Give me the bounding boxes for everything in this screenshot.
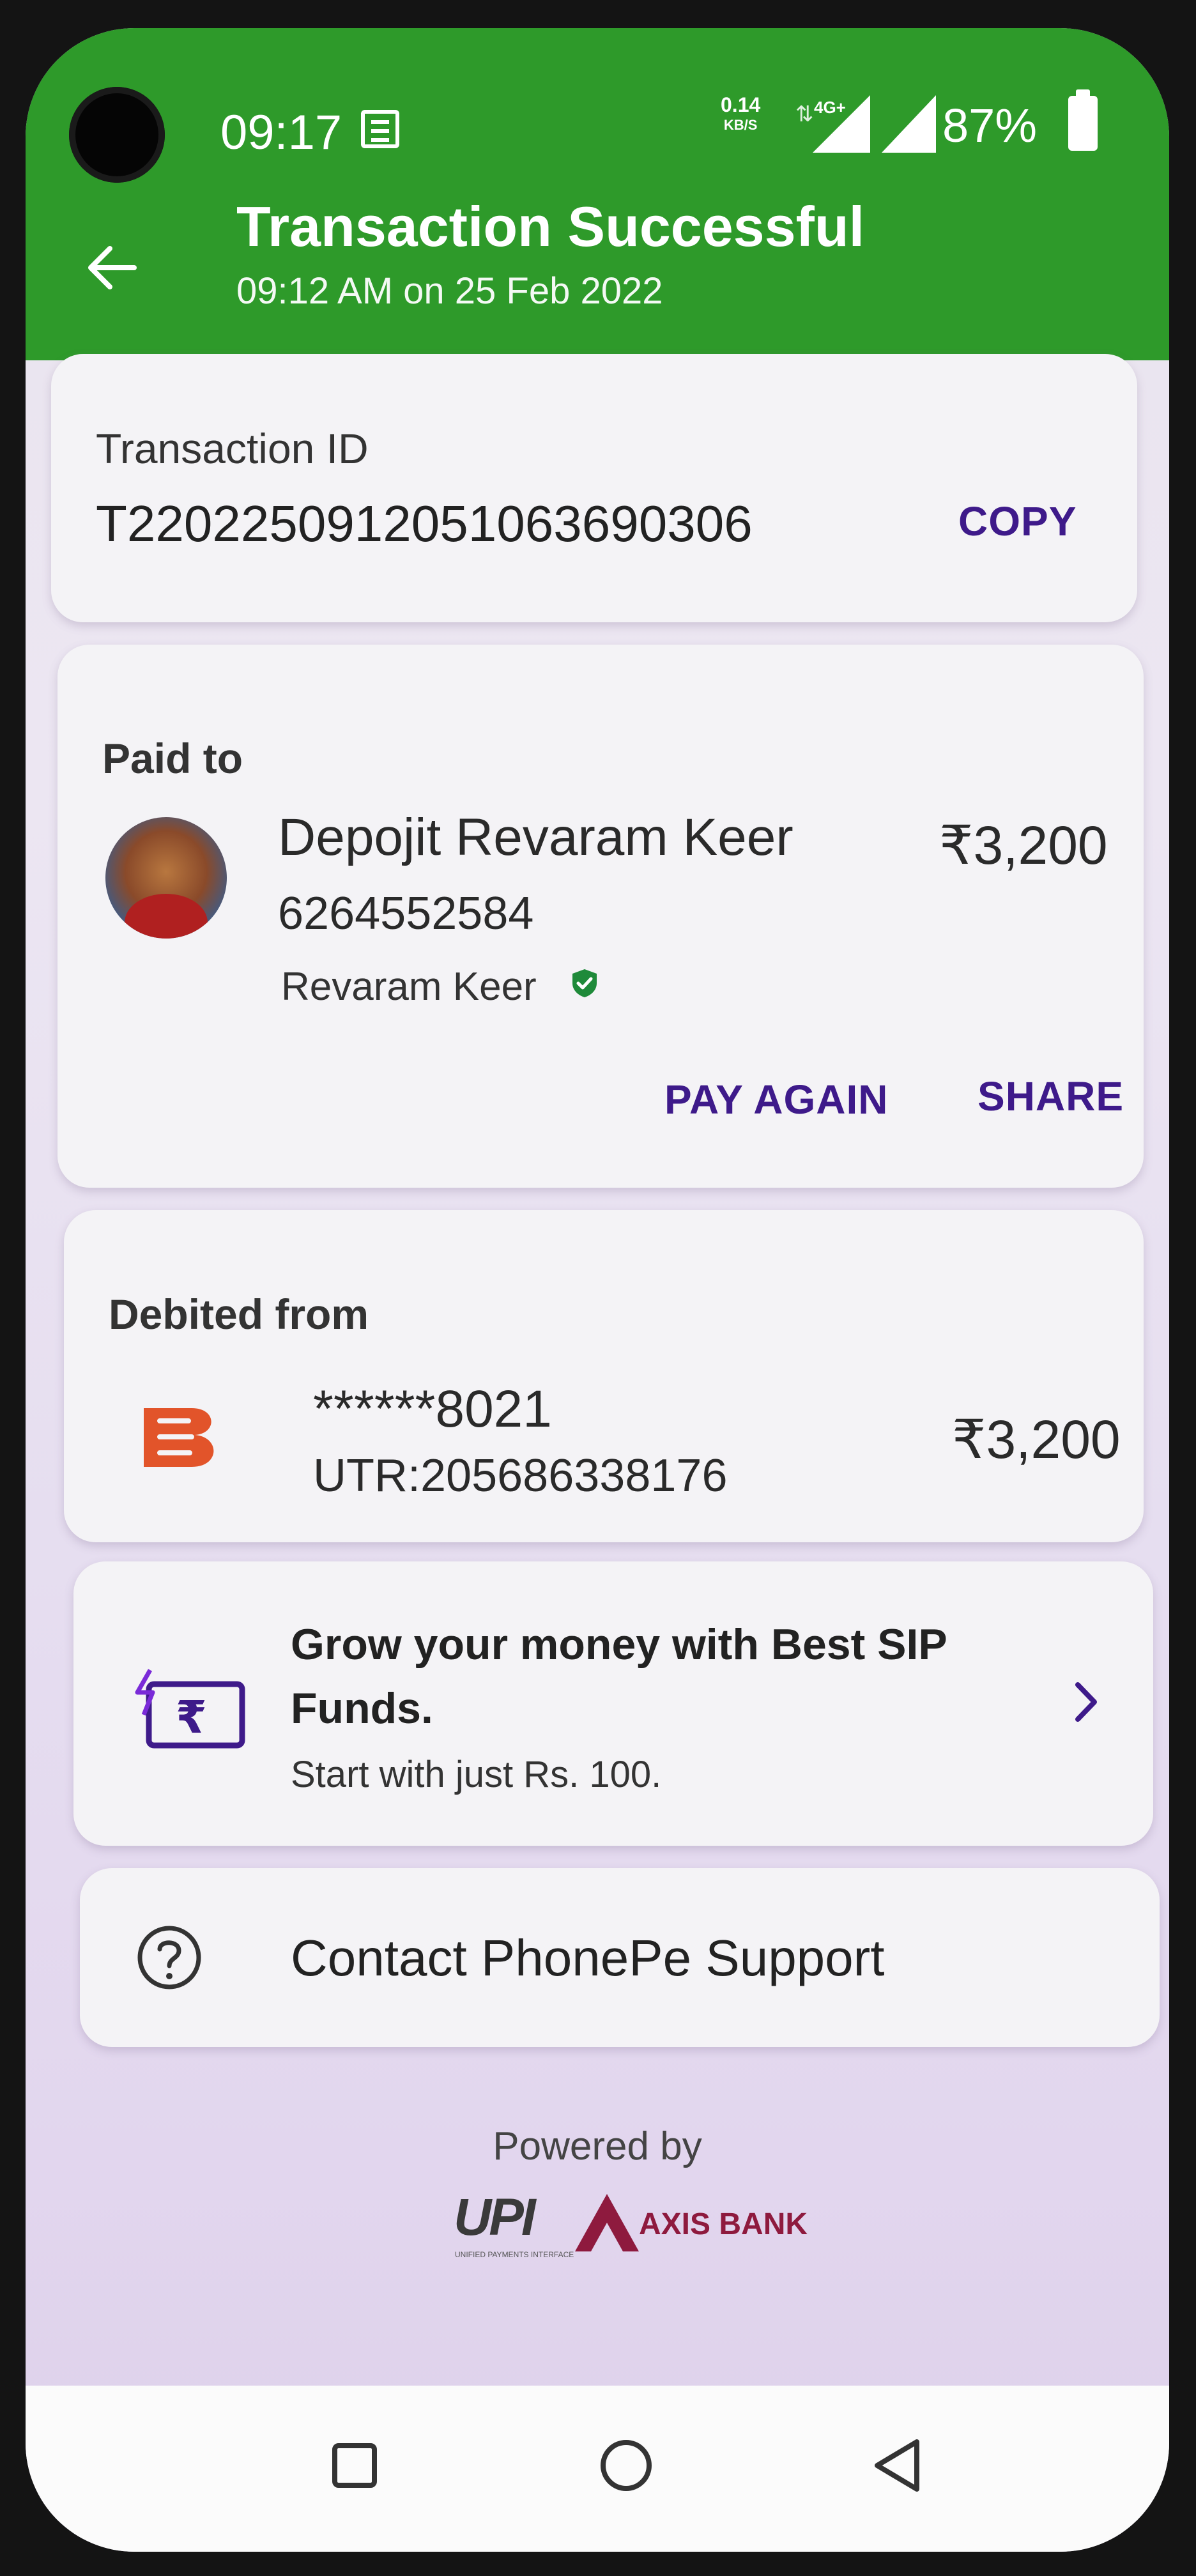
support-card[interactable]: Contact PhonePe Support <box>80 1868 1160 2047</box>
sip-promo-card[interactable]: ₹ Grow your money with Best SIP Funds. S… <box>73 1561 1153 1846</box>
back-arrow-icon[interactable] <box>83 239 141 296</box>
axis-bank-logo <box>575 2194 639 2251</box>
promo-title: Grow your money with Best SIP Funds. <box>291 1620 947 1733</box>
nav-back-icon[interactable] <box>872 2438 923 2493</box>
promo-subtitle: Start with just Rs. 100. <box>291 1754 662 1795</box>
payee-registered-name: Revaram Keer <box>281 965 537 1009</box>
transaction-id-value: T2202250912051063690306 <box>96 495 753 552</box>
header-bar: 09:17 0.14 KB/S ⇅ 4G+ 87% Transaction Su… <box>26 28 1169 360</box>
status-time: 09:17 <box>220 105 342 160</box>
debited-account: ******8021 <box>313 1380 552 1438</box>
signal-icon <box>882 95 936 153</box>
bank-of-baroda-logo <box>144 1408 214 1467</box>
battery-icon <box>1068 89 1098 151</box>
recents-button[interactable] <box>332 2443 377 2488</box>
sip-rupee-icon: ₹ <box>135 1669 245 1749</box>
transaction-id-label: Transaction ID <box>96 425 369 472</box>
page-title: Transaction Successful <box>236 195 865 258</box>
copy-button[interactable]: COPY <box>958 498 1077 545</box>
paid-amount: ₹3,200 <box>939 815 1108 875</box>
status-bar: 09:17 0.14 KB/S ⇅ 4G+ 87% <box>26 28 1169 183</box>
upi-subtext: UNIFIED PAYMENTS INTERFACE <box>455 2250 574 2259</box>
payee-avatar <box>105 817 227 939</box>
debited-amount: ₹3,200 <box>952 1409 1121 1469</box>
signal-4g-icon: 4G+ <box>813 95 870 153</box>
payee-name: Depojit Revaram Keer <box>278 808 793 866</box>
utr-number: UTR:205686338176 <box>313 1450 728 1501</box>
news-icon <box>361 110 399 148</box>
chevron-right-icon[interactable] <box>1070 1680 1102 1724</box>
transaction-datetime: 09:12 AM on 25 Feb 2022 <box>236 270 663 312</box>
net-speed-value: 0.14 <box>721 93 761 116</box>
phone-screen: 09:17 0.14 KB/S ⇅ 4G+ 87% Transaction Su… <box>26 28 1169 2552</box>
home-button[interactable] <box>601 2440 652 2491</box>
net-speed-unit: KB/S <box>723 117 758 133</box>
verified-shield-icon <box>572 969 597 997</box>
data-arrows-icon: ⇅ <box>795 102 814 126</box>
payee-phone: 6264552584 <box>278 888 534 939</box>
system-nav-bar <box>26 2386 1169 2552</box>
help-circle-icon <box>137 1926 201 1989</box>
axis-bank-label: AXIS BANK <box>639 2207 808 2241</box>
contact-support-label: Contact PhonePe Support <box>291 1929 885 1986</box>
debited-from-card: Debited from ******8021 UTR:205686338176… <box>64 1210 1144 1542</box>
pay-again-button[interactable]: PAY AGAIN <box>664 1076 888 1123</box>
paid-to-label: Paid to <box>102 735 243 782</box>
front-camera <box>69 87 165 183</box>
upi-logo: UPI <box>454 2188 536 2246</box>
svg-text:₹: ₹ <box>176 1691 207 1744</box>
network-type-label: 4G+ <box>814 98 846 117</box>
battery-percent: 87% <box>942 99 1038 152</box>
transaction-id-card: Transaction ID T2202250912051063690306 C… <box>51 354 1137 622</box>
powered-by-label: Powered by <box>493 2124 702 2168</box>
share-button[interactable]: SHARE <box>977 1073 1124 1120</box>
debited-from-label: Debited from <box>109 1291 369 1338</box>
paid-to-card: Paid to Depojit Revaram Keer 6264552584 … <box>57 645 1144 1188</box>
net-speed: 0.14 KB/S <box>721 95 760 135</box>
